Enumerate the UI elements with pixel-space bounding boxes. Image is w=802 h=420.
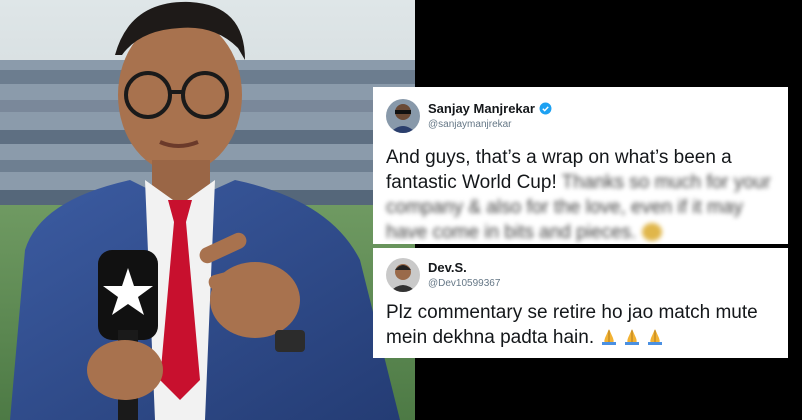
tweet-card-dev[interactable]: Dev.S. @Dev10599367 Plz commentary se re… [373,248,788,358]
tweet-author-name: Sanjay Manjrekar [428,101,552,116]
commentator-photo-illustration [0,0,415,420]
verified-badge-icon [539,102,552,115]
tweet-author-handle: @sanjaymanjrekar [428,119,512,130]
blue-heart-emoji [641,223,662,241]
avatar [386,258,420,292]
folded-hands-emoji [599,328,665,346]
tweet-card-manjrekar[interactable]: Sanjay Manjrekar @sanjaymanjrekar And gu… [373,87,788,244]
tweet-author-handle: @Dev10599367 [428,278,501,289]
tweet-text: Plz commentary se retire ho jao match mu… [386,300,781,350]
tweet-author-name: Dev.S. [428,260,467,275]
tweet-text: And guys, that’s a wrap on what’s been a… [386,145,781,245]
tweet-text-content: Plz commentary se retire ho jao match mu… [386,302,758,348]
avatar [386,99,420,133]
commentator-photo [0,0,415,420]
